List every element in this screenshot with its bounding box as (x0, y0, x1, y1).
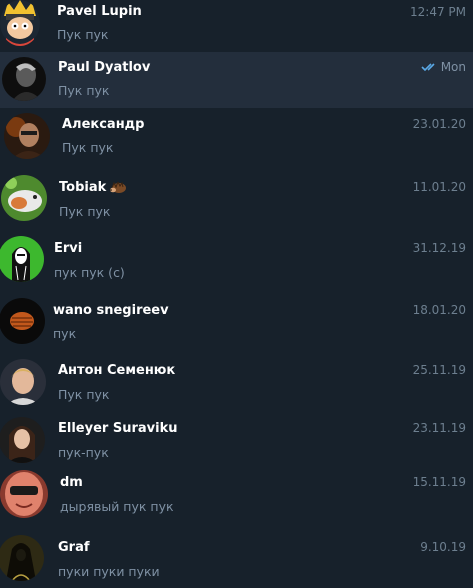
chat-name: Александр (62, 117, 145, 132)
hedgehog-emoji (110, 182, 127, 193)
green-figure-avatar (0, 236, 44, 282)
orange-orb-avatar (0, 298, 45, 344)
chat-name: Graf (58, 540, 90, 555)
chat-time: 18.01.20 (412, 303, 466, 317)
chat-message-preview: Пук пук (58, 83, 110, 98)
chat-name: Tobiak (59, 180, 127, 195)
chat-row-alexander[interactable]: Александр 23.01.20 Пук пук (0, 108, 473, 166)
chat-message-preview: пуки пуки пуки (58, 564, 160, 579)
chat-message-preview: пук пук (c) (54, 265, 125, 280)
chat-name: Elleyer Suraviku (58, 421, 178, 436)
chat-name: Ervi (54, 241, 83, 256)
cartoon-avatar (0, 0, 40, 46)
chat-row-ervi[interactable]: Ervi 31.12.19 пук пук (c) (0, 230, 473, 292)
red-face-avatar (0, 470, 48, 518)
chat-name-text: Tobiak (59, 180, 107, 195)
blond-portrait-avatar (0, 359, 46, 405)
chat-row-pavel-lupin[interactable]: Pavel Lupin 12:47 PM Пук пук (0, 0, 473, 52)
hooded-figure-avatar (0, 535, 44, 581)
chat-message-preview: пук-пук (58, 445, 109, 460)
chat-row-tobiak[interactable]: Tobiak 11.01.20 Пук пук (0, 166, 473, 230)
chat-time: 25.11.19 (412, 363, 466, 377)
chat-row-paul-dyatlov[interactable]: Paul Dyatlov Mon Пук пук (0, 52, 473, 108)
chat-message-preview: Пук пук (57, 27, 109, 42)
chat-message-preview: пук (53, 326, 77, 341)
double-check-icon (421, 63, 435, 72)
chat-message-preview: Пук пук (58, 387, 110, 402)
chat-message-preview: Пук пук (59, 204, 111, 219)
chat-row-anton-semenyuk[interactable]: Антон Семенюк 25.11.19 Пук пук (0, 352, 473, 412)
chat-name: Pavel Lupin (57, 4, 142, 19)
chat-row-elleyer-suraviku[interactable]: Elleyer Suraviku 23.11.19 пук-пук (0, 412, 473, 466)
chat-row-graf[interactable]: Graf 9.10.19 пуки пуки пуки (0, 526, 473, 588)
chat-time: 11.01.20 (412, 180, 466, 194)
chat-time: 31.12.19 (412, 241, 466, 255)
chat-row-wano-snegireev[interactable]: wano snegireev 18.01.20 пук (0, 292, 473, 352)
chat-message-preview: Пук пук (62, 140, 114, 155)
chat-name: Paul Dyatlov (58, 60, 151, 75)
chat-name: dm (60, 475, 83, 490)
chat-time: 12:47 PM (410, 5, 466, 19)
chat-time: 23.11.19 (412, 421, 466, 435)
fire-portrait-avatar (4, 113, 50, 159)
chat-time: 9.10.19 (420, 540, 466, 554)
chat-name: Антон Семенюк (58, 363, 176, 378)
chat-time: 23.01.20 (412, 117, 466, 131)
dark-portrait-avatar (2, 57, 46, 101)
chat-time: Mon (440, 60, 466, 74)
chat-time: 15.11.19 (412, 475, 466, 489)
chat-row-dm[interactable]: dm 15.11.19 дырявый пук пук (0, 466, 473, 526)
chat-name: wano snegireev (53, 303, 169, 318)
bird-avatar (1, 175, 47, 221)
woman-portrait-avatar (0, 417, 45, 463)
chat-message-preview: дырявый пук пук (60, 499, 174, 514)
